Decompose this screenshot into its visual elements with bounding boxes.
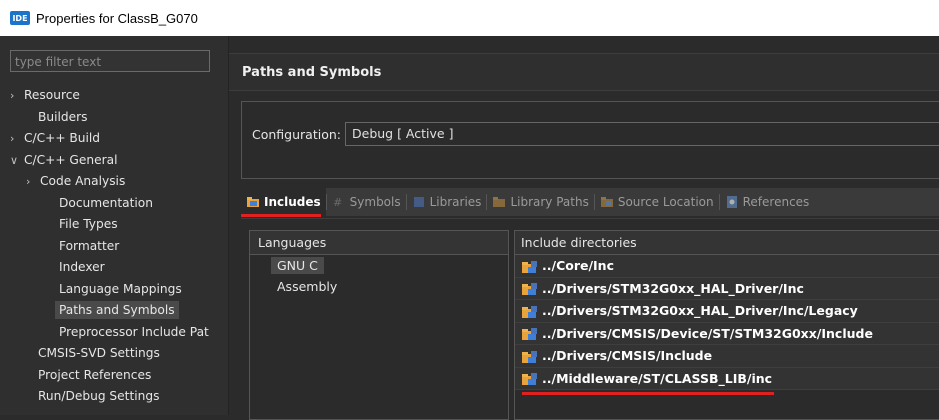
tab-label: Library Paths [510, 195, 589, 209]
tree-item-label: Resource [24, 88, 80, 102]
include-directory-item[interactable]: ../Middleware/ST/CLASSB_LIB/inc [515, 367, 939, 390]
tab-label: Source Location [617, 195, 714, 209]
tree-item-label: C/C++ Build [24, 131, 101, 145]
middleware-include-underline [522, 392, 774, 395]
include-directory-path: ../Drivers/CMSIS/Include [542, 348, 713, 363]
include-folder-icon [521, 349, 539, 363]
tree-item-label: Formatter [59, 238, 120, 253]
includes-icon [246, 196, 260, 208]
include-directory-path: ../Drivers/CMSIS/Device/ST/STM32G0xx/Inc… [542, 325, 873, 341]
tree-item-label: Preprocessor Include Pat [59, 324, 209, 339]
tree-item-label: Paths and Symbols [55, 301, 179, 319]
configuration-group: Configuration: Debug [ Active ] [241, 101, 939, 179]
tree-item-label: File Types [59, 217, 118, 231]
tab-label: References [742, 195, 810, 209]
tab-symbols[interactable]: # Symbols [327, 188, 406, 216]
tab-library-paths[interactable]: Library Paths [487, 188, 593, 216]
symbols-icon: # [332, 196, 346, 208]
tab-source-location[interactable]: Source Location [595, 188, 719, 216]
tab-references[interactable]: References [720, 188, 815, 216]
tree-item[interactable]: Project References [0, 365, 228, 387]
tree-item[interactable]: Preprocessor Include Pat [0, 322, 228, 344]
include-directory-item[interactable]: ../Core/Inc [515, 255, 939, 278]
include-directory-path: ../Drivers/STM32G0xx_HAL_Driver/Inc [542, 280, 804, 296]
library-paths-icon [492, 196, 506, 208]
tree-item[interactable]: Formatter [0, 236, 228, 258]
include-directory-item[interactable]: ../Drivers/CMSIS/Device/ST/STM32G0xx/Inc… [515, 322, 939, 345]
tab-libraries[interactable]: Libraries [407, 188, 487, 216]
references-icon [725, 196, 739, 208]
source-location-icon [600, 196, 614, 208]
tree-item-label: Code Analysis [40, 174, 126, 188]
tree-item-label: Language Mappings [59, 281, 182, 296]
include-directories-header: Include directories [515, 231, 939, 255]
tree-item[interactable]: Documentation [0, 193, 228, 215]
tree-item-label: Run/Debug Settings [38, 389, 160, 403]
languages-list: Languages GNU C Assembly [249, 230, 509, 420]
libraries-icon [412, 196, 426, 208]
include-folder-icon [521, 259, 539, 273]
language-label: GNU C [271, 257, 324, 274]
window-title: Properties for ClassB_G070 [36, 10, 198, 26]
tree-item-label: Documentation [59, 195, 153, 210]
include-directory-path: ../Drivers/STM32G0xx_HAL_Driver/Inc/Lega… [542, 303, 858, 318]
paths-tabs: Includes # Symbols Libraries Library Paths So… [241, 188, 939, 216]
window-titlebar: IDE Properties for ClassB_G070 [0, 0, 939, 36]
tree-item[interactable]: › Code Analysis [0, 171, 228, 193]
tree-item[interactable]: Language Mappings [0, 279, 228, 301]
include-folder-icon [521, 304, 539, 318]
include-directory-item[interactable]: ../Drivers/STM32G0xx_HAL_Driver/Inc/Lega… [515, 300, 939, 323]
include-folder-icon [521, 326, 539, 341]
language-item[interactable]: Assembly [250, 276, 508, 297]
configuration-select[interactable]: Debug [ Active ] [345, 122, 939, 146]
tab-content: Languages GNU C Assembly Include director… [241, 218, 939, 420]
include-directory-path: ../Middleware/ST/CLASSB_LIB/inc [542, 370, 773, 386]
properties-tree: › Resource Builders › C/C++ Build ∨ C/C++ Gene… [0, 85, 228, 408]
tree-item[interactable]: Paths and Symbols [0, 300, 228, 322]
properties-navigation-panel: type filter text › Resource Builders › C/C++… [0, 36, 229, 415]
tree-item-label: CMSIS-SVD Settings [38, 346, 160, 360]
filter-input[interactable]: type filter text [10, 50, 210, 72]
properties-content-panel: Paths and Symbols Configuration: Debug [… [229, 36, 939, 420]
tree-item-label: Indexer [59, 260, 105, 274]
language-item[interactable]: GNU C [250, 255, 508, 276]
tab-includes[interactable]: Includes [241, 188, 326, 216]
tree-item[interactable]: › C/C++ Build [0, 128, 228, 150]
page-title: Paths and Symbols [229, 53, 939, 91]
svg-text:#: # [333, 196, 342, 208]
tree-item[interactable]: › Resource [0, 85, 228, 107]
tab-label: Libraries [429, 195, 482, 209]
tree-item[interactable]: CMSIS-SVD Settings [0, 343, 228, 365]
tree-item[interactable]: Run/Debug Settings [0, 386, 228, 408]
tab-label: Symbols [349, 195, 401, 209]
includes-tab-underline [241, 214, 321, 217]
chevron-right-icon[interactable]: › [10, 85, 24, 107]
include-folder-icon [521, 281, 539, 296]
ide-app-icon: IDE [10, 11, 30, 25]
configuration-label: Configuration: [252, 127, 341, 142]
tree-item[interactable]: File Types [0, 214, 228, 236]
tree-item-label: Project References [38, 367, 152, 382]
include-directory-item[interactable]: ../Drivers/CMSIS/Include [515, 345, 939, 368]
language-label: Assembly [277, 279, 338, 294]
chevron-down-icon[interactable]: ∨ [10, 150, 24, 172]
chevron-right-icon[interactable]: › [10, 128, 24, 150]
languages-header: Languages [250, 231, 508, 255]
tree-item-label: C/C++ General [24, 152, 118, 167]
include-folder-icon [521, 371, 539, 386]
tree-item-label: Builders [38, 109, 88, 124]
include-directory-item[interactable]: ../Drivers/STM32G0xx_HAL_Driver/Inc [515, 277, 939, 300]
chevron-right-icon[interactable]: › [26, 171, 40, 193]
tree-item[interactable]: Builders [0, 107, 228, 129]
tree-item[interactable]: ∨ C/C++ General [0, 150, 228, 172]
tree-item[interactable]: Indexer [0, 257, 228, 279]
tab-label: Includes [264, 195, 321, 209]
include-directory-path: ../Core/Inc [542, 258, 614, 273]
